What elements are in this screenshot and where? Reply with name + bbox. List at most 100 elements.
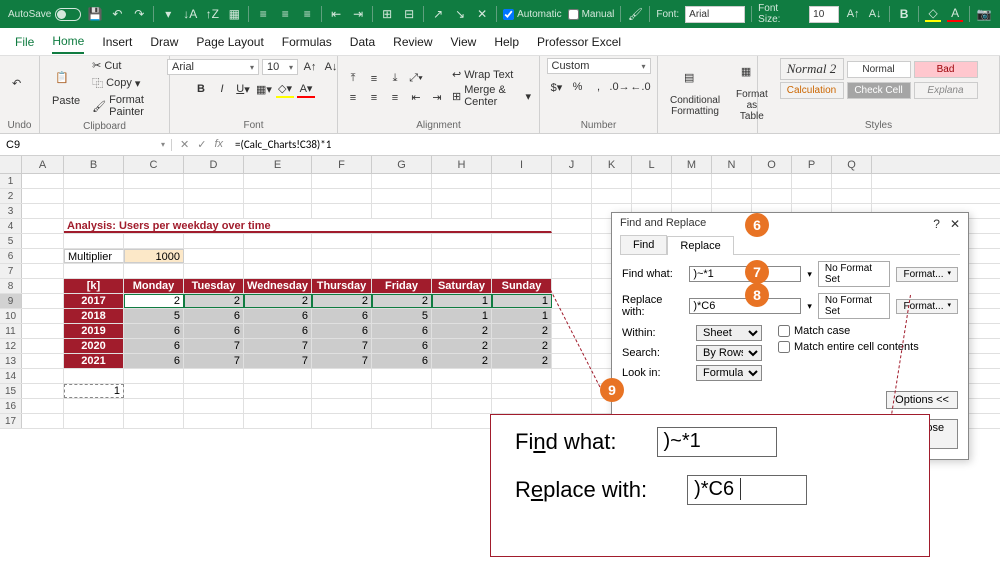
row-header[interactable]: 12 (0, 339, 22, 353)
tab-view[interactable]: View (451, 31, 477, 53)
tab-insert[interactable]: Insert (102, 31, 132, 53)
font-size-select[interactable]: 10 (262, 59, 298, 75)
cell[interactable] (552, 219, 592, 233)
cell[interactable]: 7 (312, 339, 372, 353)
cell[interactable] (552, 264, 592, 278)
cell[interactable] (22, 369, 64, 383)
cell[interactable] (552, 384, 592, 398)
cell[interactable] (492, 369, 552, 383)
within-select[interactable]: Sheet (696, 325, 762, 341)
cut-button[interactable]: ✂ Cut (90, 58, 163, 73)
cell[interactable] (312, 399, 372, 413)
cell[interactable] (244, 414, 312, 428)
row-header[interactable]: 10 (0, 309, 22, 323)
cell[interactable] (124, 189, 184, 203)
cell[interactable] (792, 189, 832, 203)
cell[interactable]: 6 (312, 324, 372, 338)
font-name-select[interactable]: Arial (167, 59, 259, 75)
autosave-toggle[interactable]: AutoSave (8, 8, 81, 21)
column-header[interactable]: A (22, 156, 64, 173)
cell[interactable] (492, 189, 552, 203)
cell[interactable] (64, 234, 124, 248)
cell[interactable] (592, 189, 632, 203)
cell[interactable] (64, 414, 124, 428)
cell[interactable] (124, 399, 184, 413)
font-increase-icon[interactable]: A↑ (845, 6, 861, 22)
cell[interactable]: 2019 (64, 324, 124, 338)
cell[interactable] (752, 174, 792, 188)
cell[interactable] (184, 369, 244, 383)
cell[interactable] (184, 399, 244, 413)
cell[interactable] (64, 174, 124, 188)
cell[interactable] (432, 399, 492, 413)
cell[interactable] (492, 399, 552, 413)
options-button[interactable]: Options << (886, 391, 958, 409)
cell[interactable]: 6 (244, 324, 312, 338)
undo-icon[interactable]: ↶ (109, 6, 125, 22)
column-header[interactable]: H (432, 156, 492, 173)
column-header[interactable]: G (372, 156, 432, 173)
redo-icon[interactable]: ↷ (131, 6, 147, 22)
row-header[interactable]: 13 (0, 354, 22, 368)
cell[interactable] (22, 249, 64, 263)
cell[interactable] (22, 174, 64, 188)
cell[interactable]: Thursday (312, 279, 372, 293)
cell[interactable] (22, 264, 64, 278)
cell[interactable]: 6 (184, 324, 244, 338)
calc-automatic[interactable]: Automatic (503, 9, 561, 20)
font-grow-icon[interactable]: A↑ (301, 58, 319, 76)
row-header[interactable]: 15 (0, 384, 22, 398)
cell[interactable]: 2 (184, 294, 244, 308)
fx-icon[interactable]: fx (214, 138, 223, 151)
row-header[interactable]: 16 (0, 399, 22, 413)
cell[interactable] (712, 189, 752, 203)
format-painter-button[interactable]: 🖌 Format Painter (90, 93, 163, 119)
cell[interactable] (632, 174, 672, 188)
cell[interactable] (22, 399, 64, 413)
remove-arrows-icon[interactable]: ✕ (474, 6, 490, 22)
tab-draw[interactable]: Draw (150, 31, 178, 53)
align-right-button[interactable]: ≡ (386, 89, 404, 107)
cell[interactable] (312, 189, 372, 203)
cell[interactable] (244, 384, 312, 398)
indent-dec-icon[interactable]: ⇤ (328, 6, 344, 22)
column-header[interactable]: I (492, 156, 552, 173)
row-header[interactable]: 7 (0, 264, 22, 278)
cellstyle-explanatory[interactable]: Explana (914, 82, 978, 99)
cell[interactable] (64, 369, 124, 383)
cell[interactable]: Friday (372, 279, 432, 293)
cell[interactable] (312, 234, 372, 248)
cell[interactable] (832, 174, 872, 188)
cell[interactable] (552, 279, 592, 293)
align-bottom-icon[interactable]: ⤓ (386, 70, 404, 88)
tab-review[interactable]: Review (393, 31, 432, 53)
cell[interactable]: 2018 (64, 309, 124, 323)
cellstyle-checkcell[interactable]: Check Cell (847, 82, 911, 99)
cell[interactable] (184, 414, 244, 428)
calc-manual[interactable]: Manual (568, 9, 615, 20)
cellstyle-bad[interactable]: Bad (914, 61, 978, 78)
undo-button[interactable]: ↶ (6, 75, 40, 101)
ungroup-icon[interactable]: ⊟ (401, 6, 417, 22)
cell[interactable]: 7 (244, 354, 312, 368)
cell[interactable] (184, 204, 244, 218)
cell[interactable] (22, 384, 64, 398)
cell[interactable] (124, 369, 184, 383)
merge-center-button[interactable]: ⊞ Merge & Center ▾ (450, 83, 533, 109)
cell[interactable]: 6 (184, 309, 244, 323)
trace-prec-icon[interactable]: ↗ (430, 6, 446, 22)
italic-button[interactable]: I (213, 80, 231, 98)
align-left-button[interactable]: ≡ (344, 89, 362, 107)
decimal-inc-icon[interactable]: .0→ (611, 78, 629, 96)
indent-inc-button[interactable]: ⇥ (428, 89, 446, 107)
cell[interactable]: 5 (124, 309, 184, 323)
cell[interactable]: 2020 (64, 339, 124, 353)
camera-icon[interactable]: 📷 (976, 6, 992, 22)
cell[interactable]: 2 (372, 294, 432, 308)
cell[interactable] (184, 384, 244, 398)
cell[interactable] (22, 339, 64, 353)
cell[interactable]: 6 (124, 324, 184, 338)
cell[interactable] (492, 249, 552, 263)
column-header[interactable]: M (672, 156, 712, 173)
cell[interactable] (432, 384, 492, 398)
